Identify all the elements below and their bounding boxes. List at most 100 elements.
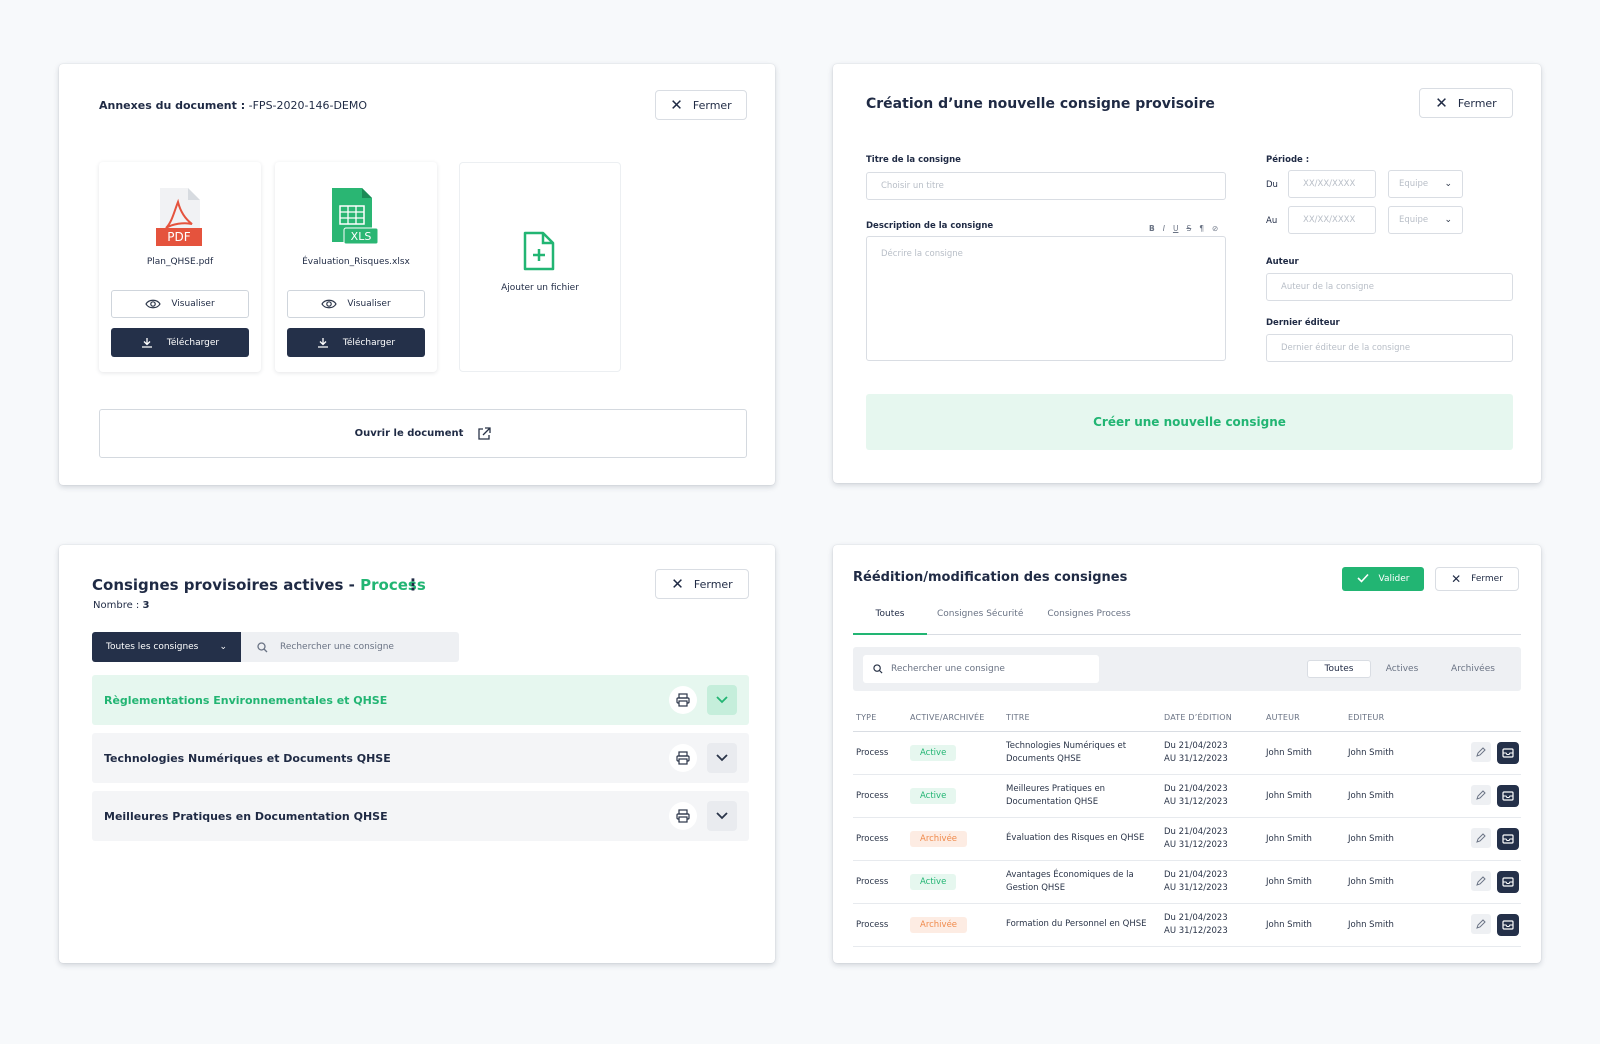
accordion-item[interactable]: Meilleures Pratiques en Documentation QH… bbox=[92, 791, 749, 841]
print-icon[interactable] bbox=[669, 744, 697, 772]
validate-button[interactable]: Valider bbox=[1342, 567, 1424, 591]
close-button[interactable]: ✕ Fermer bbox=[1419, 88, 1513, 118]
close-icon: ✕ bbox=[671, 574, 684, 593]
filter-archived[interactable]: Archivées bbox=[1437, 660, 1509, 678]
cell-type: Process bbox=[853, 731, 907, 775]
close-button[interactable]: ✕ Fermer bbox=[1435, 567, 1519, 591]
to-date-input[interactable]: XX/XX/XXXX bbox=[1288, 206, 1376, 234]
download-button[interactable]: Télécharger bbox=[287, 328, 425, 357]
close-label: Fermer bbox=[692, 98, 732, 112]
accordion-title: Meilleures Pratiques en Documentation QH… bbox=[104, 809, 388, 823]
cell-actions bbox=[1433, 817, 1521, 861]
description-placeholder: Décrire la consigne bbox=[881, 249, 963, 259]
strikethrough-button[interactable]: S bbox=[1186, 224, 1191, 233]
italic-button[interactable]: I bbox=[1163, 224, 1165, 233]
cell-author: John Smith bbox=[1263, 903, 1345, 947]
title-input[interactable]: Choisir un titre bbox=[866, 172, 1226, 200]
accordion-item[interactable]: Technologies Numériques et Documents QHS… bbox=[92, 733, 749, 783]
date-to: AU 31/12/2023 bbox=[1164, 925, 1228, 936]
description-textarea[interactable]: Décrire la consigne bbox=[866, 236, 1226, 361]
team-placeholder: Equipe bbox=[1399, 179, 1429, 189]
more-options-icon[interactable]: ⋮ bbox=[405, 575, 421, 594]
view-button[interactable]: Visualiser bbox=[111, 290, 249, 318]
status-badge: Active bbox=[910, 873, 957, 890]
cell-type: Process bbox=[853, 774, 907, 818]
column-header: AUTEUR bbox=[1263, 705, 1345, 732]
date-to: AU 31/12/2023 bbox=[1164, 839, 1228, 850]
download-button[interactable]: Télécharger bbox=[111, 328, 249, 357]
date-to: AU 31/12/2023 bbox=[1164, 882, 1228, 893]
count-text: Nombre : 3 bbox=[93, 600, 149, 611]
close-label: Fermer bbox=[693, 577, 733, 591]
archive-icon[interactable] bbox=[1497, 784, 1519, 807]
date-to: AU 31/12/2023 bbox=[1164, 753, 1228, 764]
to-team-select[interactable]: Equipe ⌄ bbox=[1388, 206, 1463, 234]
date-placeholder: XX/XX/XXXX bbox=[1303, 215, 1356, 225]
filter-active[interactable]: Actives bbox=[1377, 660, 1427, 678]
create-consigne-button[interactable]: Créer une nouvelle consigne bbox=[866, 394, 1513, 450]
status-badge: Active bbox=[910, 744, 957, 761]
chevron-down-icon[interactable] bbox=[707, 685, 737, 715]
search-placeholder: Rechercher une consigne bbox=[280, 642, 394, 652]
file-card: PDF Plan_QHSE.pdf Visualiser Télécharger bbox=[99, 162, 261, 372]
close-icon: ✕ bbox=[670, 95, 683, 114]
status-badge: Archivée bbox=[910, 830, 968, 847]
open-document-label: Ouvrir le document bbox=[354, 428, 464, 439]
consignes-table: TYPE ACTIVE/ARCHIVÉE TITRE DATE D’ÉDITIO… bbox=[853, 705, 1521, 947]
from-team-select[interactable]: Equipe ⌄ bbox=[1388, 170, 1463, 198]
table-row: Process Active Technologies Numériques et … bbox=[853, 731, 1521, 775]
bold-button[interactable]: B bbox=[1149, 224, 1155, 233]
edit-icon[interactable] bbox=[1471, 913, 1491, 934]
add-file-button[interactable]: Ajouter un fichier bbox=[459, 162, 621, 372]
download-icon bbox=[141, 337, 153, 349]
cell-editor: John Smith bbox=[1345, 860, 1433, 904]
cell-date: Du 21/04/2023 AU 31/12/2023 bbox=[1161, 817, 1263, 861]
print-icon[interactable] bbox=[669, 686, 697, 714]
cell-author: John Smith bbox=[1263, 731, 1345, 775]
open-document-button[interactable]: Ouvrir le document bbox=[99, 409, 747, 458]
tab-security[interactable]: Consignes Sécurité bbox=[927, 601, 1035, 635]
search-input[interactable]: Rechercher une consigne bbox=[863, 655, 1099, 683]
edit-icon[interactable] bbox=[1471, 741, 1491, 762]
table-row: Process Archivée Formation du Personnel en… bbox=[853, 903, 1521, 947]
edit-icon[interactable] bbox=[1471, 827, 1491, 848]
filter-select[interactable]: Toutes les consignes ⌄ bbox=[92, 632, 241, 662]
edit-icon[interactable] bbox=[1471, 870, 1491, 891]
search-input[interactable]: Rechercher une consigne bbox=[241, 632, 459, 662]
author-placeholder: Auteur de la consigne bbox=[1281, 282, 1375, 292]
close-button[interactable]: ✕ Fermer bbox=[655, 569, 749, 599]
table-row: Process Active Avantages Économiques de la… bbox=[853, 860, 1521, 904]
underline-button[interactable]: U bbox=[1173, 224, 1179, 233]
archive-icon[interactable] bbox=[1497, 870, 1519, 893]
editor-field-label: Dernier éditeur bbox=[1266, 318, 1340, 328]
cell-actions bbox=[1433, 731, 1521, 775]
close-button[interactable]: ✕ Fermer bbox=[655, 90, 747, 120]
date-from: Du 21/04/2023 bbox=[1164, 783, 1228, 794]
count-label: Nombre : bbox=[93, 600, 140, 611]
paragraph-button[interactable]: ¶ bbox=[1199, 224, 1204, 233]
link-button[interactable]: ⊘ bbox=[1212, 224, 1218, 233]
editor-input[interactable]: Dernier éditeur de la consigne bbox=[1266, 334, 1513, 362]
chevron-down-icon[interactable] bbox=[707, 743, 737, 773]
tab-all[interactable]: Toutes bbox=[853, 601, 927, 635]
cell-author: John Smith bbox=[1263, 774, 1345, 818]
external-link-icon bbox=[477, 426, 492, 441]
accordion-item[interactable]: Règlementations Environnementales et QHS… bbox=[92, 675, 749, 725]
cell-editor: John Smith bbox=[1345, 903, 1433, 947]
print-icon[interactable] bbox=[669, 802, 697, 830]
filter-all[interactable]: Toutes bbox=[1307, 660, 1371, 678]
archive-icon[interactable] bbox=[1497, 913, 1519, 936]
view-label: Visualiser bbox=[347, 299, 391, 309]
view-button[interactable]: Visualiser bbox=[287, 290, 425, 318]
eye-icon bbox=[145, 299, 162, 309]
download-icon bbox=[317, 337, 329, 349]
tab-process[interactable]: Consignes Process bbox=[1035, 601, 1150, 635]
archive-icon[interactable] bbox=[1497, 741, 1519, 764]
archive-icon[interactable] bbox=[1497, 827, 1519, 850]
edit-icon[interactable] bbox=[1471, 784, 1491, 805]
chevron-down-icon[interactable] bbox=[707, 801, 737, 831]
from-date-input[interactable]: XX/XX/XXXX bbox=[1288, 170, 1376, 198]
annexes-panel: Annexes du document : -FPS-2020-146-DEMO… bbox=[59, 64, 775, 485]
annexes-title: Annexes du document : -FPS-2020-146-DEMO bbox=[99, 99, 367, 112]
author-input[interactable]: Auteur de la consigne bbox=[1266, 273, 1513, 301]
